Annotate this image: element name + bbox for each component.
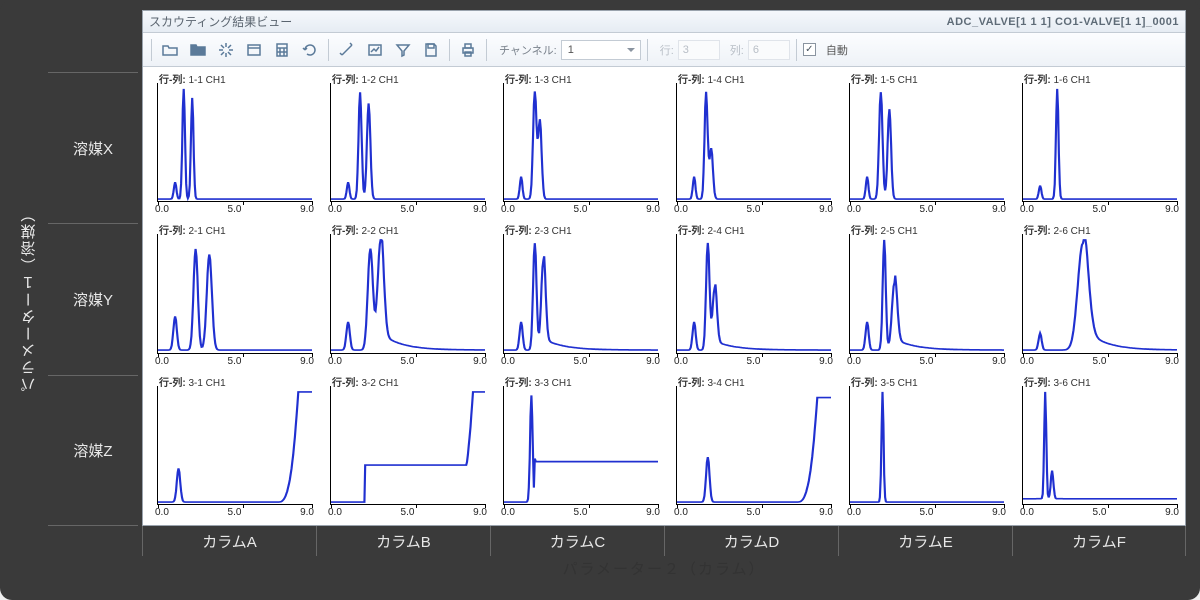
row-label-item: 溶媒Y	[48, 223, 138, 374]
plot-area	[330, 83, 485, 202]
x-ticks: 0.05.09.0	[157, 204, 312, 218]
toolbar: チャンネル: 1 行: 3 列: 6 ✓ 自動	[143, 33, 1185, 67]
plot-area	[676, 234, 831, 353]
window-icon[interactable]	[242, 38, 266, 62]
x-ticks: 0.05.09.0	[1022, 204, 1177, 218]
chromatogram-cell[interactable]: 行-列: 1-5 CH10.05.09.0	[837, 69, 1010, 220]
x-ticks: 0.05.09.0	[676, 507, 831, 521]
x-ticks: 0.05.09.0	[157, 356, 312, 370]
col-label-item: カラムA	[142, 526, 316, 556]
x-ticks: 0.05.09.0	[503, 356, 658, 370]
plot-area	[1022, 83, 1177, 202]
save-icon[interactable]	[419, 38, 443, 62]
chromatogram-cell[interactable]: 行-列: 3-4 CH10.05.09.0	[664, 372, 837, 523]
plot-area	[676, 83, 831, 202]
col-label-item: カラムC	[490, 526, 664, 556]
chromatogram-cell[interactable]: 行-列: 2-5 CH10.05.09.0	[837, 220, 1010, 371]
col-label-item: カラムD	[664, 526, 838, 556]
wand-icon[interactable]	[335, 38, 359, 62]
plot-area	[1022, 234, 1177, 353]
chromatogram-cell[interactable]: 行-列: 1-2 CH10.05.09.0	[318, 69, 491, 220]
plot-area	[503, 386, 658, 505]
chromatogram-grid: 行-列: 1-1 CH10.05.09.0行-列: 1-2 CH10.05.09…	[143, 67, 1185, 525]
plot-area	[676, 386, 831, 505]
x-ticks: 0.05.09.0	[330, 204, 485, 218]
chromatogram-cell[interactable]: 行-列: 3-2 CH10.05.09.0	[318, 372, 491, 523]
row-labels: 溶媒X溶媒Y溶媒Z	[48, 72, 138, 526]
x-ticks: 0.05.09.0	[330, 507, 485, 521]
calculator-icon[interactable]	[270, 38, 294, 62]
col-label-item: カラムE	[838, 526, 1012, 556]
plot-area	[157, 234, 312, 353]
row-label-item: 溶媒Z	[48, 375, 138, 526]
x-ticks: 0.05.09.0	[676, 204, 831, 218]
auto-label: 自動	[826, 42, 848, 58]
auto-checkbox[interactable]: ✓	[803, 43, 816, 56]
chromatogram-cell[interactable]: 行-列: 1-4 CH10.05.09.0	[664, 69, 837, 220]
x-ticks: 0.05.09.0	[849, 204, 1004, 218]
x-ticks: 0.05.09.0	[157, 507, 312, 521]
chart-icon[interactable]	[363, 38, 387, 62]
x-ticks: 0.05.09.0	[330, 356, 485, 370]
panel-filename: ADC_VALVE[1 1 1] CO1-VALVE[1 1]_0001	[947, 16, 1179, 28]
chromatogram-cell[interactable]: 行-列: 2-6 CH10.05.09.0	[1010, 220, 1183, 371]
x-ticks: 0.05.09.0	[503, 204, 658, 218]
col-label: 列:	[730, 42, 744, 58]
x-ticks: 0.05.09.0	[503, 507, 658, 521]
funnel-icon[interactable]	[391, 38, 415, 62]
plot-area	[503, 83, 658, 202]
plot-area	[849, 386, 1004, 505]
chromatogram-cell[interactable]: 行-列: 2-2 CH10.05.09.0	[318, 220, 491, 371]
column-labels: カラムAカラムBカラムCカラムDカラムEカラムF	[142, 526, 1186, 556]
chromatogram-cell[interactable]: 行-列: 2-4 CH10.05.09.0	[664, 220, 837, 371]
chromatogram-cell[interactable]: 行-列: 1-1 CH10.05.09.0	[145, 69, 318, 220]
panel-titlebar: スカウティング結果ビュー ADC_VALVE[1 1 1] CO1-VALVE[…	[143, 11, 1185, 33]
channel-label: チャンネル:	[499, 42, 557, 58]
chromatogram-cell[interactable]: 行-列: 3-3 CH10.05.09.0	[491, 372, 664, 523]
plot-area	[849, 234, 1004, 353]
folder-icon[interactable]	[186, 38, 210, 62]
x-ticks: 0.05.09.0	[676, 356, 831, 370]
chromatogram-cell[interactable]: 行-列: 1-3 CH10.05.09.0	[491, 69, 664, 220]
chromatogram-cell[interactable]: 行-列: 2-3 CH10.05.09.0	[491, 220, 664, 371]
chromatogram-cell[interactable]: 行-列: 3-1 CH10.05.09.0	[145, 372, 318, 523]
chromatogram-cell[interactable]: 行-列: 3-6 CH10.05.09.0	[1010, 372, 1183, 523]
plot-area	[157, 83, 312, 202]
chromatogram-cell[interactable]: 行-列: 3-5 CH10.05.09.0	[837, 372, 1010, 523]
plot-area	[330, 386, 485, 505]
col-input: 6	[748, 40, 790, 60]
row-label: 行:	[660, 42, 674, 58]
x-ticks: 0.05.09.0	[849, 356, 1004, 370]
open-folder-icon[interactable]	[158, 38, 182, 62]
plot-area	[157, 386, 312, 505]
col-label-item: カラムB	[316, 526, 490, 556]
row-input: 3	[678, 40, 720, 60]
col-label-item: カラムF	[1012, 526, 1186, 556]
row-label-item: 溶媒X	[48, 72, 138, 223]
x-ticks: 0.05.09.0	[849, 507, 1004, 521]
plot-area	[849, 83, 1004, 202]
refresh-icon[interactable]	[298, 38, 322, 62]
y-axis-label: パラメーター１（溶媒）	[14, 72, 44, 526]
plot-area	[1022, 386, 1177, 505]
print-icon[interactable]	[456, 38, 480, 62]
x-axis-label: パラメーター２（カラム）	[142, 556, 1186, 580]
chromatogram-cell[interactable]: 行-列: 2-1 CH10.05.09.0	[145, 220, 318, 371]
burst-icon[interactable]	[214, 38, 238, 62]
chromatogram-cell[interactable]: 行-列: 1-6 CH10.05.09.0	[1010, 69, 1183, 220]
x-ticks: 0.05.09.0	[1022, 507, 1177, 521]
panel-title: スカウティング結果ビュー	[149, 13, 947, 30]
x-ticks: 0.05.09.0	[1022, 356, 1177, 370]
plot-area	[503, 234, 658, 353]
results-panel: スカウティング結果ビュー ADC_VALVE[1 1 1] CO1-VALVE[…	[142, 10, 1186, 526]
channel-select[interactable]: 1	[561, 40, 641, 60]
plot-area	[330, 234, 485, 353]
